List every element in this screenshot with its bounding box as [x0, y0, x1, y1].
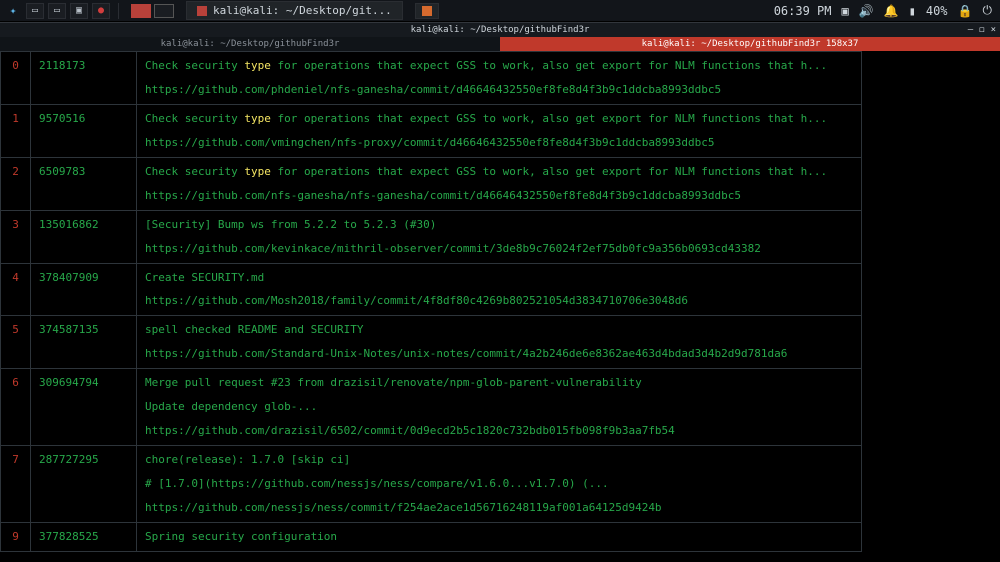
result-index: 4 — [1, 263, 31, 316]
results-table: 02118173Check security type for operatio… — [0, 51, 862, 552]
workspace-1[interactable] — [131, 4, 151, 18]
kali-menu-icon[interactable]: ✦ — [4, 2, 22, 20]
result-index: 9 — [1, 522, 31, 551]
result-message: Check security type for operations that … — [137, 104, 862, 157]
launcher-files-icon[interactable]: ▭ — [26, 3, 44, 19]
battery-icon[interactable]: ▮ — [909, 4, 916, 18]
power-icon[interactable]: ⏻ — [983, 3, 993, 18]
result-hash: 2118173 — [31, 52, 137, 105]
result-index: 0 — [1, 52, 31, 105]
result-message: Create SECURITY.mdhttps://github.com/Mos… — [137, 263, 862, 316]
clock[interactable]: 06:39 PM — [774, 4, 832, 18]
taskbar-item-terminal[interactable]: kali@kali: ~/Desktop/git... — [186, 1, 403, 20]
result-hash: 309694794 — [31, 369, 137, 446]
launcher-terminal-icon[interactable]: ▣ — [70, 3, 88, 19]
terminal-body[interactable]: 02118173Check security type for operatio… — [0, 51, 862, 562]
table-row: 6309694794Merge pull request #23 from dr… — [1, 369, 862, 446]
result-hash: 135016862 — [31, 210, 137, 263]
volume-icon[interactable]: 🔊 — [859, 4, 874, 18]
table-row: 26509783Check security type for operatio… — [1, 157, 862, 210]
terminal-tab-label: kali@kali: ~/Desktop/githubFind3r — [161, 39, 340, 49]
result-index: 6 — [1, 369, 31, 446]
result-index: 2 — [1, 157, 31, 210]
terminal-tab-label: kali@kali: ~/Desktop/githubFind3r 158x37 — [642, 39, 859, 49]
table-row: 9377828525Spring security configuration — [1, 522, 862, 551]
extra-task-icon — [422, 6, 432, 16]
table-row: 02118173Check security type for operatio… — [1, 52, 862, 105]
launcher-record-icon[interactable]: ● — [92, 3, 110, 19]
window-maximize-icon[interactable]: ◻ — [979, 25, 984, 35]
result-index: 7 — [1, 446, 31, 523]
result-index: 3 — [1, 210, 31, 263]
result-message: [Security] Bump ws from 5.2.2 to 5.2.3 (… — [137, 210, 862, 263]
table-row: 7287727295chore(release): 1.7.0 [skip ci… — [1, 446, 862, 523]
show-desktop-icon[interactable]: ▣ — [841, 4, 848, 18]
battery-percent: 40% — [926, 4, 948, 18]
result-message: spell checked README and SECURITYhttps:/… — [137, 316, 862, 369]
table-row: 19570516Check security type for operatio… — [1, 104, 862, 157]
result-index: 5 — [1, 316, 31, 369]
lock-icon[interactable]: 🔒 — [958, 4, 973, 18]
panel-right: 06:39 PM ▣ 🔊 🔔 ▮ 40% 🔒 ⏻ — [774, 3, 1000, 18]
table-row: 3135016862[Security] Bump ws from 5.2.2 … — [1, 210, 862, 263]
taskbar-item-label: kali@kali: ~/Desktop/git... — [213, 4, 392, 17]
result-hash: 287727295 — [31, 446, 137, 523]
table-row: 4378407909Create SECURITY.mdhttps://gith… — [1, 263, 862, 316]
terminal-tab-2[interactable]: kali@kali: ~/Desktop/githubFind3r 158x37 — [500, 37, 1000, 51]
window-close-icon[interactable]: × — [991, 25, 996, 35]
table-row: 5374587135spell checked README and SECUR… — [1, 316, 862, 369]
window-minimize-icon[interactable]: – — [968, 25, 973, 35]
terminal-window: kali@kali: ~/Desktop/githubFind3r – ◻ × … — [0, 22, 1000, 562]
result-hash: 374587135 — [31, 316, 137, 369]
result-index: 1 — [1, 104, 31, 157]
window-title: kali@kali: ~/Desktop/githubFind3r — [411, 25, 590, 35]
system-panel: ✦ ▭ ▭ ▣ ● kali@kali: ~/Desktop/git... 06… — [0, 0, 1000, 22]
result-message: Spring security configuration — [137, 522, 862, 551]
result-hash: 378407909 — [31, 263, 137, 316]
result-hash: 377828525 — [31, 522, 137, 551]
result-message: Merge pull request #23 from drazisil/ren… — [137, 369, 862, 446]
window-titlebar[interactable]: kali@kali: ~/Desktop/githubFind3r – ◻ × — [0, 23, 1000, 37]
terminal-tab-1[interactable]: kali@kali: ~/Desktop/githubFind3r — [0, 37, 500, 51]
taskbar-item-extra[interactable] — [415, 3, 439, 19]
result-message: Check security type for operations that … — [137, 157, 862, 210]
workspace-2[interactable] — [154, 4, 174, 18]
window-buttons: – ◻ × — [968, 25, 996, 35]
workspace-switcher[interactable] — [131, 4, 174, 18]
terminal-tab-bar: kali@kali: ~/Desktop/githubFind3r kali@k… — [0, 37, 1000, 51]
result-message: Check security type for operations that … — [137, 52, 862, 105]
result-message: chore(release): 1.7.0 [skip ci]# [1.7.0]… — [137, 446, 862, 523]
launcher-browser-icon[interactable]: ▭ — [48, 3, 66, 19]
result-hash: 9570516 — [31, 104, 137, 157]
terminal-empty-right — [862, 59, 1000, 562]
notifications-icon[interactable]: 🔔 — [884, 4, 899, 18]
result-hash: 6509783 — [31, 157, 137, 210]
panel-left: ✦ ▭ ▭ ▣ ● kali@kali: ~/Desktop/git... — [0, 1, 439, 20]
terminal-task-icon — [197, 6, 207, 16]
